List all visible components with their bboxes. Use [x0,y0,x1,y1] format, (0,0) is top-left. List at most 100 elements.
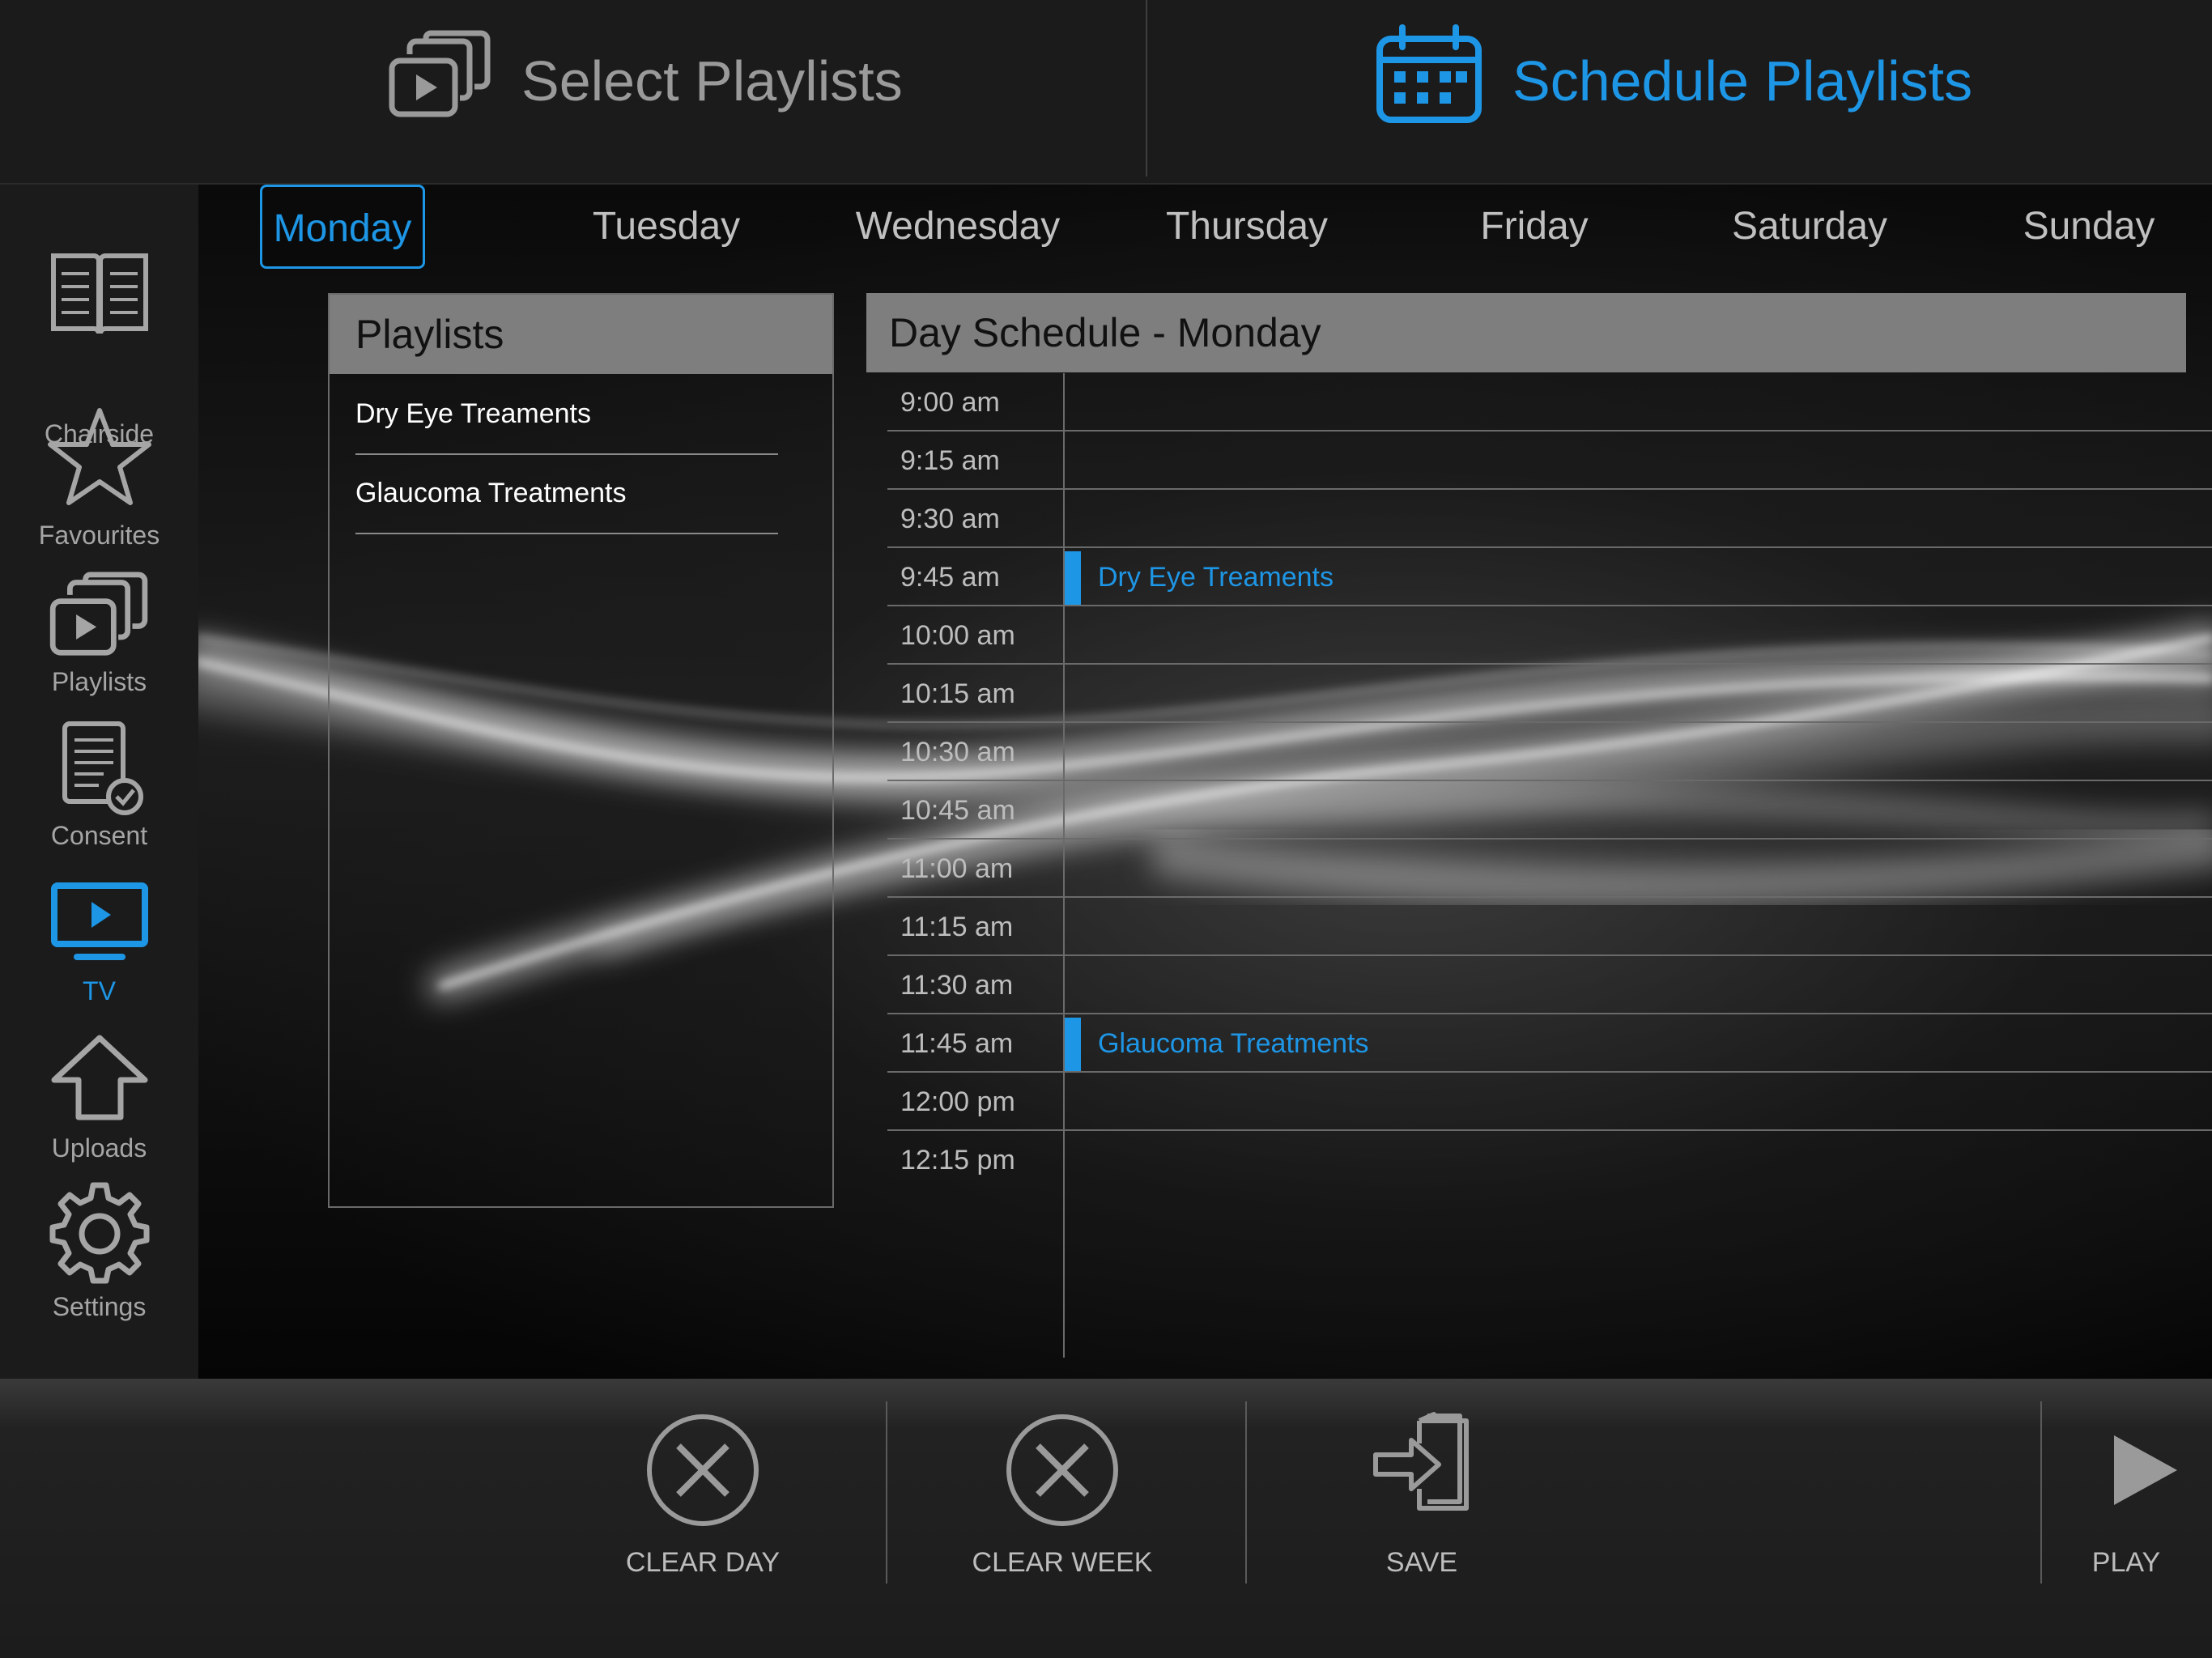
schedule-slot: 11:00 am [887,840,2212,898]
sidebar-item-tv[interactable]: TV [0,881,198,1035]
scheduled-entry-marker [1065,551,1081,605]
slot-time: 11:15 am [900,912,1014,942]
tab-schedule-playlists-label: Schedule Playlists [1512,49,1973,113]
book-icon [0,249,198,340]
upload-arrow-icon [0,1033,198,1122]
slot-time: 11:00 am [900,853,1014,884]
bottom-toolbar: CLEAR DAY CLEAR WEEK SAVE PLAY [0,1379,2212,1658]
day-tab-sunday[interactable]: Sunday [1980,185,2198,269]
tv-icon [0,881,198,962]
day-tab-friday[interactable]: Friday [1437,185,1631,269]
close-circle-icon [941,1411,1184,1529]
scheduled-playlist-entry[interactable]: Dry Eye Treaments [1098,548,1334,606]
playlists-panel-title: Playlists [330,295,832,374]
slot-drop-cell[interactable] [1063,432,2212,490]
schedule-slot: 12:15 pm [887,1131,2212,1189]
schedule-slot: 11:30 am [887,956,2212,1014]
day-tab-saturday[interactable]: Saturday [1688,185,1931,269]
day-tab-monday[interactable]: Monday [260,185,425,269]
save-button[interactable]: SAVE [1300,1411,1543,1597]
schedule-slot: 10:45 am [887,781,2212,840]
tab-select-playlists[interactable]: Select Playlists [389,24,903,138]
schedule-slot: 10:15 am [887,665,2212,723]
star-icon [0,407,198,508]
tab-schedule-playlists[interactable]: Schedule Playlists [1375,24,1972,138]
slot-drop-cell[interactable] [1063,781,2212,840]
top-tab-bar: Select Playlists Schedule Playlists [0,0,2212,185]
gear-icon [0,1180,198,1284]
day-tab-wednesday[interactable]: Wednesday [820,185,1095,269]
sidebar-item-settings[interactable]: Settings [0,1180,198,1334]
clear-week-label: CLEAR WEEK [972,1547,1153,1578]
scheduled-entry-marker [1065,1018,1081,1071]
play-button[interactable]: PLAY [2045,1411,2207,1597]
slot-drop-cell[interactable] [1063,723,2212,781]
main-content: Monday Tuesday Wednesday Thursday Friday… [198,185,2212,1379]
sidebar-item-consent[interactable]: Consent [0,721,198,874]
playlist-stack-icon [0,572,198,657]
slot-time: 9:00 am [900,387,1000,418]
playlist-item[interactable]: Dry Eye Treaments [355,374,778,455]
sidebar-item-uploads[interactable]: Uploads [0,1033,198,1187]
sidebar-item-favourites[interactable]: Favourites [0,407,198,561]
day-schedule-title: Day Schedule - Monday [866,293,2186,372]
playlist-stack-icon [389,30,492,132]
sidebar-item-label: Playlists [51,667,147,696]
sidebar-item-playlists[interactable]: Playlists [0,572,198,725]
slot-drop-cell[interactable] [1063,1131,2212,1189]
schedule-slot: 9:30 am [887,490,2212,548]
schedule-slot: 12:00 pm [887,1073,2212,1131]
play-icon [2045,1411,2207,1529]
calendar-icon [1375,24,1483,138]
scheduled-playlist-entry[interactable]: Glaucoma Treatments [1098,1014,1368,1073]
sidebar-item-label: TV [83,976,116,1005]
slot-drop-cell[interactable] [1063,840,2212,898]
day-tab-tuesday[interactable]: Tuesday [545,185,788,269]
slot-time: 10:15 am [900,678,1015,709]
slot-time: 12:15 pm [900,1145,1015,1175]
slot-time: 9:15 am [900,445,1000,476]
playlists-panel: Playlists Dry Eye Treaments Glaucoma Tre… [328,293,834,1208]
day-tabs: Monday Tuesday Wednesday Thursday Friday… [198,185,2212,282]
clear-week-button[interactable]: CLEAR WEEK [941,1411,1184,1597]
slot-time: 9:30 am [900,504,1000,534]
slot-time: 10:00 am [900,620,1015,651]
close-circle-icon [581,1411,824,1529]
save-label: SAVE [1385,1547,1458,1578]
playlist-item[interactable]: Glaucoma Treatments [355,453,778,534]
clear-day-button[interactable]: CLEAR DAY [581,1411,824,1597]
play-label: PLAY [2091,1547,2161,1578]
slot-drop-cell[interactable] [1063,373,2212,432]
top-tab-divider [1146,0,1147,176]
sidebar-item-label: Consent [50,821,148,850]
tab-select-playlists-label: Select Playlists [521,49,903,113]
slot-drop-cell[interactable] [1063,606,2212,665]
slot-time: 11:45 am [900,1028,1014,1059]
slot-time: 9:45 am [900,562,1000,593]
schedule-slot: 11:15 am [887,898,2212,956]
sidebar: Chairside Favourites Playlists Consent T… [0,185,198,1379]
slot-drop-cell[interactable] [1063,1073,2212,1131]
schedule-slot: 9:00 am [887,373,2212,432]
slot-time: 10:30 am [900,737,1015,767]
schedule-slot: 10:30 am [887,723,2212,781]
schedule-slot: 11:45 am Glaucoma Treatments [887,1014,2212,1073]
save-arrow-icon [1300,1411,1543,1516]
toolbar-divider [886,1401,887,1584]
slot-drop-cell[interactable] [1063,956,2212,1014]
sidebar-item-chairside[interactable]: Chairside [0,249,198,449]
sidebar-item-label: Uploads [51,1133,147,1163]
day-tab-thursday[interactable]: Thursday [1121,185,1372,269]
slot-time: 12:00 pm [900,1086,1015,1117]
slot-drop-cell[interactable] [1063,665,2212,723]
slot-drop-cell[interactable] [1063,898,2212,956]
toolbar-divider [2040,1401,2042,1584]
schedule-slot: 9:45 am Dry Eye Treaments [887,548,2212,606]
document-check-icon [0,721,198,818]
slot-time: 11:30 am [900,970,1014,1001]
slot-drop-cell[interactable] [1063,490,2212,548]
schedule-slot: 10:00 am [887,606,2212,665]
clear-day-label: CLEAR DAY [625,1547,781,1578]
sidebar-item-label: Settings [52,1292,147,1321]
schedule-slot: 9:15 am [887,432,2212,490]
